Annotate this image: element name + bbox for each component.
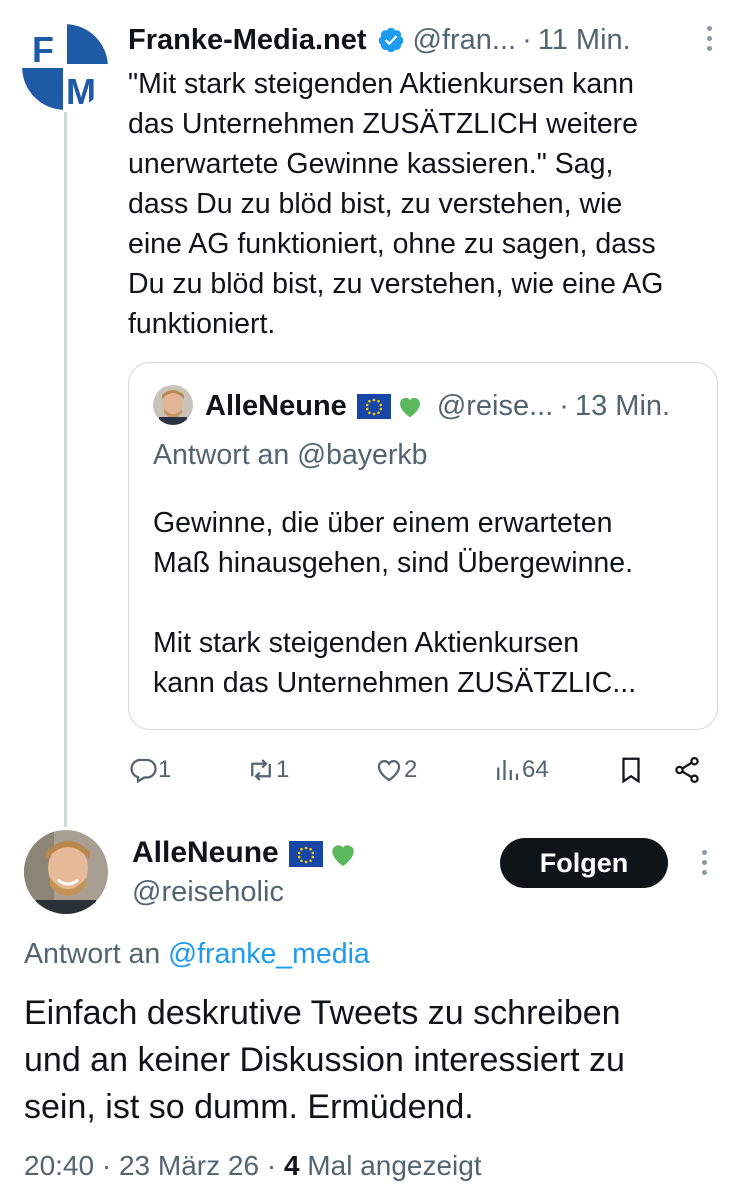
bookmark-icon xyxy=(622,757,640,784)
tweet-date[interactable]: 23 März 26 xyxy=(119,1150,259,1181)
view-count: 4 xyxy=(283,1150,300,1181)
retweet-icon xyxy=(251,759,271,781)
view-label: Mal angezeigt xyxy=(307,1150,482,1181)
share-icon xyxy=(675,757,699,783)
reply-icon xyxy=(130,758,157,784)
quote-author-avatar[interactable] xyxy=(153,385,193,425)
quote-header: AlleNeune @reise... · 13 Min. xyxy=(205,387,670,425)
eu-flag-icon xyxy=(288,841,323,867)
green-heart-icon xyxy=(395,391,425,421)
main-tweet[interactable]: F M Franke-Media.net @fran... · 11 Min. … xyxy=(0,0,743,820)
quote-reply-context: Antwort an @bayerkb xyxy=(153,439,428,471)
quote-author-handle[interactable]: @reise... xyxy=(437,390,553,423)
svg-text:F: F xyxy=(32,29,54,70)
views-count: 64 xyxy=(522,756,549,783)
retweet-button[interactable]: 1 xyxy=(246,750,289,790)
svg-text:M: M xyxy=(66,71,96,110)
more-vertical-icon[interactable] xyxy=(698,850,710,880)
reply-author-avatar[interactable] xyxy=(24,830,108,914)
reply-button[interactable]: 1 xyxy=(128,750,171,790)
separator-dot: · xyxy=(559,389,569,422)
author-handle[interactable]: @fran... xyxy=(413,24,517,57)
views-icon xyxy=(497,760,519,780)
views-button[interactable]: 64 xyxy=(492,750,549,790)
separator-dot: · xyxy=(101,1150,112,1181)
like-count: 2 xyxy=(404,756,418,783)
reply-count: 1 xyxy=(158,756,172,783)
author-name[interactable]: Franke-Media.net xyxy=(128,24,367,57)
franke-media-avatar[interactable]: F M xyxy=(22,24,108,110)
follow-button[interactable]: Folgen xyxy=(500,838,668,888)
green-heart-icon xyxy=(327,838,357,868)
like-icon xyxy=(377,759,401,782)
reply-author-handle[interactable]: @reiseholic xyxy=(132,876,284,909)
quoted-tweet[interactable]: AlleNeune @reise... · 13 Min. Antwort an… xyxy=(128,362,718,730)
verified-badge-icon xyxy=(377,26,405,54)
separator-dot: · xyxy=(522,23,532,56)
like-button[interactable]: 2 xyxy=(374,750,417,790)
retweet-count: 1 xyxy=(276,756,290,783)
reply-context: Antwort an @franke_media xyxy=(24,938,370,971)
more-vertical-icon[interactable] xyxy=(703,26,715,56)
separator-dot: · xyxy=(266,1150,277,1181)
eu-flag-icon xyxy=(356,394,391,419)
tweet-text: "Mit stark steigenden Aktienkursen kann … xyxy=(128,68,664,340)
tweet-time[interactable]: 11 Min. xyxy=(538,24,631,57)
reply-author-name-row: AlleNeune xyxy=(132,836,357,870)
quote-time[interactable]: 13 Min. xyxy=(575,390,670,423)
action-bar: 1 1 2 64 xyxy=(128,750,718,790)
quote-text: Gewinne, die über einem erwarteten Maß h… xyxy=(153,507,637,699)
reply-mention-link[interactable]: @franke_media xyxy=(168,938,370,970)
tweet-meta: 20:40 · 23 März 26 · 4 Mal angezeigt xyxy=(24,1150,482,1182)
reply-author-name[interactable]: AlleNeune xyxy=(132,836,279,870)
reply-prefix: Antwort an xyxy=(24,938,169,970)
reply-tweet-text: Einfach deskrutive Tweets zu schreiben u… xyxy=(24,994,625,1126)
share-button[interactable] xyxy=(672,750,702,790)
bookmark-button[interactable] xyxy=(616,750,646,790)
tweet-timestamp[interactable]: 20:40 xyxy=(24,1150,94,1181)
tweet-header: Franke-Media.net @fran... · 11 Min. xyxy=(128,20,723,60)
reply-tweet[interactable]: AlleNeune @reiseholic Folgen Antwort an … xyxy=(0,820,743,1200)
quote-author-name[interactable]: AlleNeune xyxy=(205,390,347,423)
